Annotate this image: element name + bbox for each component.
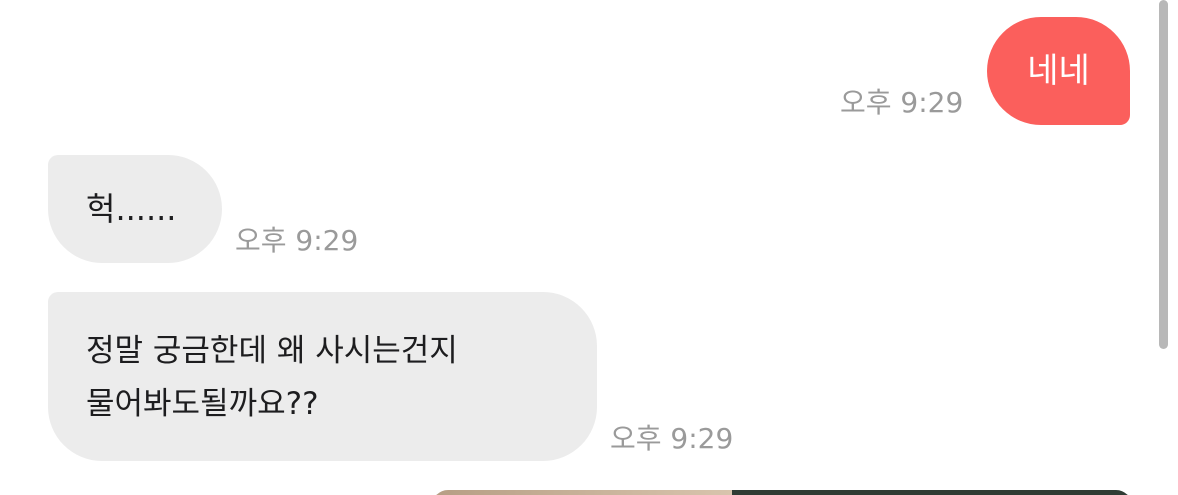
chat-message-list[interactable]: 네네 오후 9:29 헉...... 오후 9:29 정말 궁금한데 왜 사시는… bbox=[0, 0, 1178, 495]
image-region-dark bbox=[732, 490, 1132, 495]
image-message-preview[interactable] bbox=[432, 490, 1132, 495]
message-timestamp: 오후 9:29 bbox=[235, 224, 359, 257]
message-text: 네네 bbox=[1027, 51, 1090, 91]
incoming-message-bubble[interactable]: 헉...... bbox=[48, 155, 222, 263]
image-region-warm bbox=[432, 490, 732, 495]
message-timestamp: 오후 9:29 bbox=[610, 422, 734, 455]
message-text-line: 정말 궁금한데 왜 사시는건지 bbox=[86, 333, 458, 369]
message-text: 헉...... bbox=[86, 190, 177, 228]
outgoing-message-bubble[interactable]: 네네 bbox=[987, 17, 1130, 125]
vertical-scrollbar[interactable] bbox=[1159, 0, 1168, 349]
message-timestamp: 오후 9:29 bbox=[840, 86, 964, 119]
message-text-line: 물어봐도될까요?? bbox=[86, 386, 319, 422]
incoming-message-bubble[interactable]: 정말 궁금한데 왜 사시는건지 물어봐도될까요?? bbox=[48, 292, 597, 461]
